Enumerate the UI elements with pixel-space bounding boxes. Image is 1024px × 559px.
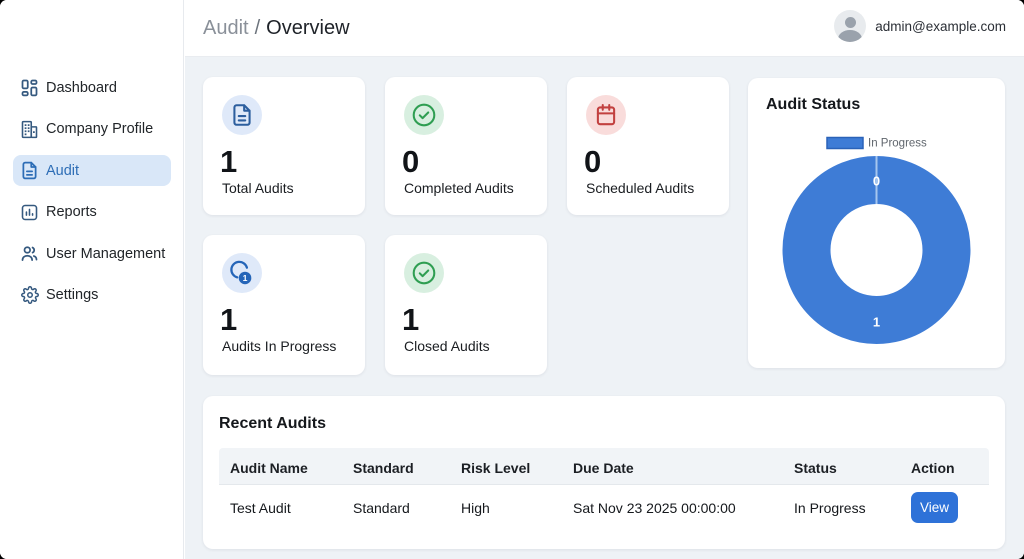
svg-text:1: 1 bbox=[243, 273, 248, 283]
svg-text:0: 0 bbox=[873, 174, 880, 189]
svg-text:In Progress: In Progress bbox=[868, 138, 927, 150]
svg-text:1: 1 bbox=[873, 315, 880, 330]
